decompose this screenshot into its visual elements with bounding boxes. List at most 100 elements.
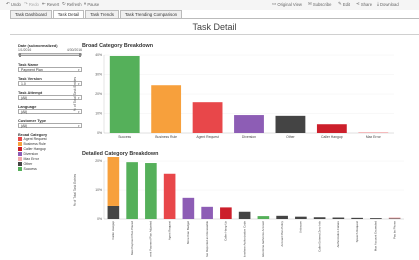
legend-item-business-rule[interactable]: Business Rule (18, 142, 46, 146)
legend-item-agent-request[interactable]: Agent Request (18, 137, 47, 141)
date-start: 1/1/2016 (18, 48, 32, 52)
tab-task-detail[interactable]: Task Detail (52, 10, 85, 18)
bar-segment-business-rule[interactable] (107, 157, 120, 206)
x-tick-label: Nowhere Authorization Code (242, 221, 246, 257)
task-attempt-value: (All) (21, 96, 28, 100)
bar-segment-other[interactable] (107, 205, 120, 219)
bar-segment-other[interactable] (295, 216, 307, 219)
bar-business-rule[interactable] (151, 85, 182, 133)
legend-item-success[interactable]: Success (18, 167, 37, 171)
edit-button[interactable]: ✎ Edit (338, 2, 350, 7)
x-tick-label: Max Error (366, 135, 382, 139)
x-tick-label: Unknown (299, 221, 303, 233)
edit-label: Edit (342, 2, 351, 7)
redo-button[interactable]: ↷ Redo (24, 2, 39, 7)
x-tick-label: Diversion (242, 135, 256, 139)
bar-segment-success[interactable] (126, 162, 138, 219)
original-view-icon: ▭ (272, 1, 277, 7)
x-tick-label: Pay by Phone (392, 221, 396, 239)
legend-label: Diversion (23, 152, 39, 156)
subscribe-button[interactable]: ✉ Subscribe (308, 2, 331, 7)
broad-category-chart: % of Total Task Entries 0% 10% 20% 30% 40% Suc… (73, 53, 394, 139)
detailed-category-chart: % of Total Task Entries 0% 10% 20% Caller Ha… (73, 157, 404, 257)
bar-segment-other[interactable] (276, 215, 288, 219)
refresh-button[interactable]: ↻ Refresh (62, 2, 82, 7)
x-tick-label: Agent Request (196, 135, 218, 139)
x-tick-label: Caller Hang-Up (224, 221, 228, 241)
bar-segment-other[interactable] (313, 217, 326, 219)
x-tick-label: Caller Hangup (321, 135, 343, 139)
bar-segment-success[interactable] (145, 163, 157, 219)
bar-segment-other[interactable] (388, 218, 401, 219)
legend-swatch (18, 147, 22, 151)
dashboard: Task Detail Date (subnormalized) 1/1/201… (10, 19, 419, 260)
y-axis-label: % of Total Task Entries (73, 77, 77, 111)
download-label: Download (380, 2, 399, 7)
x-tick-label: Success (118, 135, 131, 139)
legend-label: Other (23, 162, 33, 166)
share-icon: ⋖ (356, 1, 360, 7)
bar-segment-other[interactable] (238, 211, 251, 219)
toolbar: ↶ Undo ↷ Redo ⇤ Revert ↻ Refresh ⏸ Pause ▭ Ori… (0, 0, 419, 10)
legend-item-other[interactable]: Other (18, 162, 32, 166)
legend-item-diversion[interactable]: Diversion (18, 152, 38, 156)
bar-segment-diversion[interactable] (182, 197, 195, 219)
download-button[interactable]: ⤓ Download (377, 2, 399, 7)
redo-label: Redo (28, 2, 39, 7)
share-label: Share (360, 2, 373, 7)
bar-segment-agent-request[interactable] (163, 173, 176, 219)
x-tick-label: Caller Entered Zero Info (317, 221, 321, 252)
tab-task-dashboard[interactable]: Task Dashboard (10, 10, 52, 18)
legend-label: Success (23, 167, 37, 171)
x-tick-label: New Payment Plan Placed (130, 221, 134, 256)
bar-segment-max-error[interactable] (388, 217, 401, 219)
x-tick-label: Authorization Failure (336, 221, 340, 248)
bar-segment-diversion[interactable] (201, 206, 213, 219)
x-tick-label: Business Rule (155, 135, 177, 139)
revert-button[interactable]: ⇤ Revert (42, 2, 59, 7)
bar-segment-other[interactable] (370, 218, 382, 219)
legend-swatch (18, 152, 22, 156)
x-tick-label: Agent Request (167, 221, 171, 240)
undo-button[interactable]: ↶ Undo (6, 2, 21, 7)
pause-label: Pause (87, 2, 100, 7)
task-version-value: 1.0 (21, 82, 26, 86)
tab-task-trending-comparison[interactable]: Task Trending Comparison (119, 10, 183, 18)
tab-bar: Task Dashboard Task Detail Task Trends T… (10, 10, 183, 18)
title-divider (10, 34, 419, 35)
edit-icon: ✎ (338, 1, 342, 7)
bar-segment-success[interactable] (257, 216, 270, 219)
bar-segment-other[interactable] (332, 217, 345, 219)
bar-other[interactable] (275, 115, 306, 133)
legend-label: Max Error (23, 157, 39, 161)
legend-swatch (18, 162, 22, 166)
bar-segment-caller-hangup[interactable] (220, 207, 232, 219)
legend-swatch (18, 167, 22, 171)
legend-swatch (18, 157, 22, 161)
pause-button[interactable]: ⏸ Pause (84, 2, 99, 7)
legend-label: Agent Request (23, 137, 47, 141)
undo-label: Undo (10, 2, 21, 7)
language-value: (All) (21, 110, 28, 114)
tab-task-trends[interactable]: Task Trends (85, 10, 119, 18)
bar-diversion[interactable] (234, 115, 264, 133)
legend-item-max-error[interactable]: Max Error (18, 157, 39, 161)
y-tick-label: 10% (95, 188, 102, 192)
original-view-label: Original View (277, 2, 302, 7)
bar-agent-request[interactable] (192, 102, 223, 133)
share-button[interactable]: ⋖ Share (356, 2, 372, 7)
slider-start-handle[interactable] (19, 53, 21, 58)
bar-max-error[interactable] (358, 132, 389, 133)
revert-icon: ⇤ (42, 1, 46, 7)
original-view-button[interactable]: ▭ Original View (272, 2, 302, 7)
legend-swatch (18, 142, 22, 146)
task-name-value: Payment Plan (21, 68, 43, 72)
bar-segment-other[interactable] (351, 217, 363, 219)
x-tick-label: Speech Request (355, 221, 359, 243)
bar-success[interactable] (109, 55, 140, 133)
page-title: Task Detail (192, 22, 237, 32)
y-tick-label: 30% (95, 73, 102, 77)
legend-item-caller-hangup[interactable]: Caller Hangup (18, 147, 46, 151)
bar-caller-hangup[interactable] (316, 124, 347, 133)
refresh-label: Refresh (66, 2, 82, 7)
